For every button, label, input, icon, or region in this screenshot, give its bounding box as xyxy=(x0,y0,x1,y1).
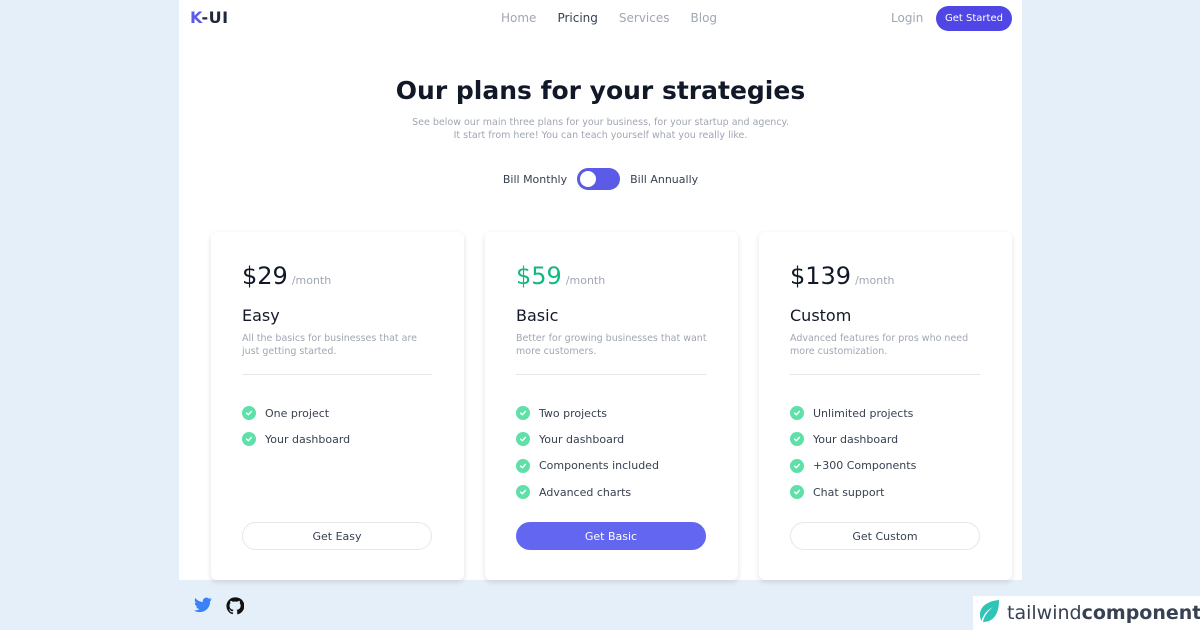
check-circle-icon xyxy=(242,406,256,421)
plan-card-basic: $59 /month Basic Better for growing busi… xyxy=(485,232,738,580)
login-link[interactable]: Login xyxy=(891,11,923,25)
plan-price: $139 xyxy=(790,262,852,290)
check-circle-icon xyxy=(242,432,256,447)
plan-price: $29 xyxy=(242,262,288,290)
github-icon[interactable] xyxy=(226,597,245,619)
check-circle-icon xyxy=(790,432,804,447)
plan-description: Advanced features for pros who need more… xyxy=(790,333,969,357)
get-custom-button[interactable]: Get Custom xyxy=(790,522,980,550)
bill-monthly-label[interactable]: Bill Monthly xyxy=(503,173,567,186)
check-circle-icon xyxy=(790,458,804,473)
plan-description: Better for growing businesses that want … xyxy=(516,333,707,357)
divider xyxy=(790,374,980,375)
feature-item: Two projects xyxy=(516,400,659,426)
plan-name: Custom xyxy=(790,306,852,325)
feature-item: Chat support xyxy=(790,479,916,505)
billing-toggle-row: Bill Monthly Bill Annually xyxy=(179,168,1022,190)
check-circle-icon xyxy=(516,485,530,500)
page-subtitle: See below our main three plans for your … xyxy=(412,117,789,141)
logo[interactable]: K-UI xyxy=(190,8,229,27)
feature-item: One project xyxy=(242,400,350,426)
twitter-icon[interactable] xyxy=(194,597,212,619)
plan-price: $59 xyxy=(516,262,562,290)
check-circle-icon xyxy=(790,485,804,500)
main-nav: Home Pricing Services Blog xyxy=(501,11,717,25)
plan-name: Basic xyxy=(516,306,559,325)
feature-list: One project Your dashboard xyxy=(242,400,350,453)
get-started-button[interactable]: Get Started xyxy=(936,6,1012,31)
get-basic-button[interactable]: Get Basic xyxy=(516,522,706,550)
bill-annually-label[interactable]: Bill Annually xyxy=(630,173,698,186)
feature-list: Unlimited projects Your dashboard +300 C… xyxy=(790,400,916,505)
page-title: Our plans for your strategies xyxy=(395,76,806,105)
plan-card-easy: $29 /month Easy All the basics for busin… xyxy=(211,232,464,580)
social-links xyxy=(194,597,245,619)
check-circle-icon xyxy=(516,458,530,473)
plan-card-custom: $139 /month Custom Advanced features for… xyxy=(759,232,1012,580)
leaf-icon xyxy=(977,599,1001,628)
nav-pricing[interactable]: Pricing xyxy=(557,11,597,25)
feature-item: Advanced charts xyxy=(516,479,659,505)
plan-period: /month xyxy=(291,274,332,287)
divider xyxy=(242,374,432,375)
feature-item: Your dashboard xyxy=(516,426,659,452)
check-circle-icon xyxy=(516,432,530,447)
nav-home[interactable]: Home xyxy=(501,11,536,25)
toggle-knob xyxy=(580,171,597,187)
nav-services[interactable]: Services xyxy=(619,11,670,25)
check-circle-icon xyxy=(790,406,804,421)
feature-item: Your dashboard xyxy=(242,426,350,452)
billing-toggle[interactable] xyxy=(577,168,621,190)
plan-description: All the basics for businesses that are j… xyxy=(242,333,418,357)
get-easy-button[interactable]: Get Easy xyxy=(242,522,432,550)
plan-period: /month xyxy=(855,274,895,287)
plan-period: /month xyxy=(565,274,606,287)
nav-blog[interactable]: Blog xyxy=(691,11,718,25)
plan-name: Easy xyxy=(242,306,280,325)
feature-item: +300 Components xyxy=(790,453,916,479)
feature-item: Your dashboard xyxy=(790,426,916,452)
check-circle-icon xyxy=(516,406,530,421)
feature-item: Components included xyxy=(516,453,659,479)
feature-item: Unlimited projects xyxy=(790,400,916,426)
feature-list: Two projects Your dashboard Components i… xyxy=(516,400,659,505)
tailwindcomponents-brand[interactable]: tailwindcomponents xyxy=(973,596,1200,630)
divider xyxy=(516,374,706,375)
